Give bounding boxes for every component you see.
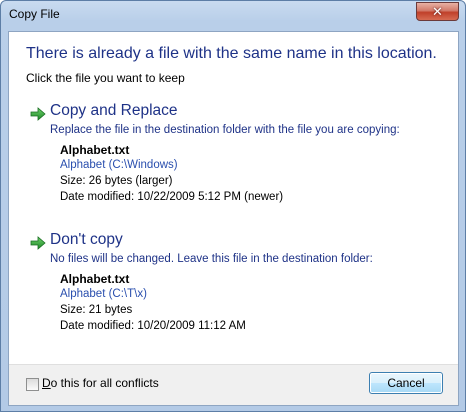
file-size: Size: 21 bytes [60, 304, 133, 316]
cancel-button[interactable]: Cancel [369, 372, 443, 394]
apply-to-all-label-text: o this for all conflicts [50, 376, 159, 390]
apply-to-all-checkbox[interactable] [26, 378, 39, 391]
green-arrow-icon [30, 107, 46, 121]
apply-to-all-label[interactable]: Do this for all conflicts [42, 376, 159, 390]
conflict-instruction: Click the file you want to keep [26, 71, 185, 85]
option-title: Copy and Replace [50, 102, 178, 119]
green-arrow-icon [30, 236, 46, 250]
dialog-footer: Do this for all conflicts Cancel [9, 364, 458, 405]
copy-and-replace-option[interactable]: Copy and Replace Replace the file in the… [24, 102, 444, 232]
file-name: Alphabet.txt [60, 272, 130, 286]
access-key: D [42, 376, 51, 390]
file-size: Size: 26 bytes (larger) [60, 175, 173, 187]
dialog-content: There is already a file with the same na… [8, 31, 459, 406]
file-date-modified: Date modified: 10/20/2009 11:12 AM [60, 320, 246, 332]
close-icon: ✕ [432, 3, 443, 19]
conflict-heading: There is already a file with the same na… [26, 45, 437, 62]
option-title: Don't copy [50, 231, 123, 248]
file-date-modified: Date modified: 10/22/2009 5:12 PM (newer… [60, 191, 284, 203]
option-description: Replace the file in the destination fold… [50, 124, 400, 136]
option-description: No files will be changed. Leave this fil… [50, 253, 373, 265]
close-button[interactable]: ✕ [416, 2, 459, 21]
dont-copy-option[interactable]: Don't copy No files will be changed. Lea… [24, 231, 444, 361]
file-location: Alphabet (C:\Windows) [60, 159, 178, 171]
copy-file-dialog: Copy File ✕ There is already a file with… [0, 0, 466, 412]
file-name: Alphabet.txt [60, 143, 130, 157]
title-bar[interactable]: Copy File ✕ [1, 1, 465, 31]
window-title: Copy File [9, 7, 60, 21]
file-location: Alphabet (C:\T\x) [60, 288, 147, 300]
